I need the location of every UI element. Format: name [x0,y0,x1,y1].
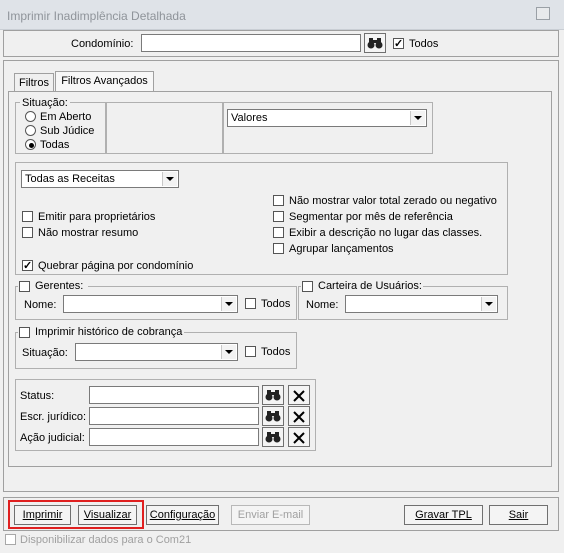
escr-juridico-label: Escr. jurídico: [20,411,87,423]
title-bar: Imprimir Inadimplência Detalhada [0,0,564,30]
chevron-down-icon [481,297,496,311]
historico-header: Imprimir histórico de cobrança [18,326,184,339]
historico-todos-label: Todos [261,346,291,358]
chk-agrupar-lancamentos-label: Agrupar lançamentos [289,243,394,255]
historico-title: Imprimir histórico de cobrança [35,326,183,338]
gerentes-nome-select[interactable] [63,295,238,313]
binoculars-icon[interactable] [262,427,284,447]
tab-filtros-avancados[interactable]: Filtros Avançados [55,71,154,92]
chk-nao-mostrar-resumo-label: Não mostrar resumo [38,227,139,239]
disponibilizar-label: Disponibilizar dados para o Com21 [20,534,192,546]
imprimir-button[interactable]: Imprimir [14,505,71,525]
chk-emitir-proprietarios[interactable] [22,211,33,222]
status-label: Status: [20,390,55,402]
sair-button[interactable]: Sair [489,505,548,525]
chk-agrupar-lancamentos[interactable] [273,243,284,254]
chevron-down-icon [162,172,177,186]
radio-todas[interactable] [25,139,36,150]
acao-judicial-input[interactable] [89,428,259,446]
gravar-tpl-button[interactable]: Gravar TPL [404,505,483,525]
historico-situacao-select[interactable] [75,343,238,361]
radio-em-aberto[interactable] [25,111,36,122]
chk-quebrar-pagina[interactable] [22,259,33,272]
configuracao-button[interactable]: Configuração [146,505,219,525]
chk-nao-mostrar-total[interactable] [273,195,284,206]
carteira-checkbox[interactable] [302,281,313,292]
chk-segmentar-mes[interactable] [273,211,284,222]
valores-select[interactable]: Valores [227,109,427,127]
carteira-title: Carteira de Usuários: [318,280,422,292]
visualizar-button[interactable]: Visualizar [78,505,137,525]
historico-situacao-label: Situação: [22,347,68,359]
historico-todos-checkbox[interactable] [245,346,256,357]
chk-nao-mostrar-total-label: Não mostrar valor total zerado ou negati… [289,195,497,207]
tab-filtros[interactable]: Filtros [14,73,54,91]
binoculars-icon[interactable] [364,33,386,53]
gerentes-checkbox[interactable] [19,281,30,292]
gerentes-header: Gerentes: [18,280,88,293]
chk-nao-mostrar-resumo[interactable] [22,227,33,238]
chevron-down-icon [221,345,236,359]
condominio-todos-checkbox[interactable] [393,37,404,50]
chk-segmentar-mes-label: Segmentar por mês de referência [289,211,453,223]
gerentes-todos-checkbox[interactable] [245,298,256,309]
status-input[interactable] [89,386,259,404]
carteira-nome-label: Nome: [306,299,339,311]
carteira-nome-select[interactable] [345,295,498,313]
acao-judicial-label: Ação judicial: [20,432,85,444]
radio-sub-judice-label: Sub Júdice [40,125,95,137]
condominio-input[interactable] [141,34,361,52]
gerentes-nome-label: Nome: [24,299,57,311]
escr-juridico-input[interactable] [89,407,259,425]
historico-checkbox[interactable] [19,327,30,338]
chk-quebrar-pagina-label: Quebrar página por condomínio [38,260,194,272]
condominio-panel: Condomínio: Todos [3,30,559,57]
empty-group [106,102,223,154]
clear-x-icon[interactable] [288,406,310,426]
condominio-todos-label: Todos [409,38,439,50]
condominio-label: Condomínio: [71,38,134,50]
situacao-title: Situação: [20,97,70,109]
disponibilizar-checkbox[interactable] [5,534,16,545]
clear-x-icon[interactable] [288,427,310,447]
enviar-email-button[interactable]: Enviar E-mail [231,505,310,525]
chevron-down-icon [221,297,236,311]
window-title: Imprimir Inadimplência Detalhada [7,9,186,23]
window-maximize-icon[interactable] [536,7,550,20]
radio-sub-judice[interactable] [25,125,36,136]
carteira-header: Carteira de Usuários: [301,280,423,293]
radio-em-aberto-label: Em Aberto [40,111,92,123]
gerentes-title: Gerentes: [35,280,84,292]
chk-emitir-proprietarios-label: Emitir para proprietários [38,211,156,223]
radio-todas-label: Todas [40,139,70,151]
chk-exibir-descricao[interactable] [273,227,284,238]
binoculars-icon[interactable] [262,406,284,426]
receitas-select[interactable]: Todas as Receitas [21,170,179,188]
chevron-down-icon [410,111,425,125]
gerentes-todos-label: Todos [261,298,291,310]
binoculars-icon[interactable] [262,385,284,405]
clear-x-icon[interactable] [288,385,310,405]
chk-exibir-descricao-label: Exibir a descrição no lugar das classes. [289,227,483,239]
